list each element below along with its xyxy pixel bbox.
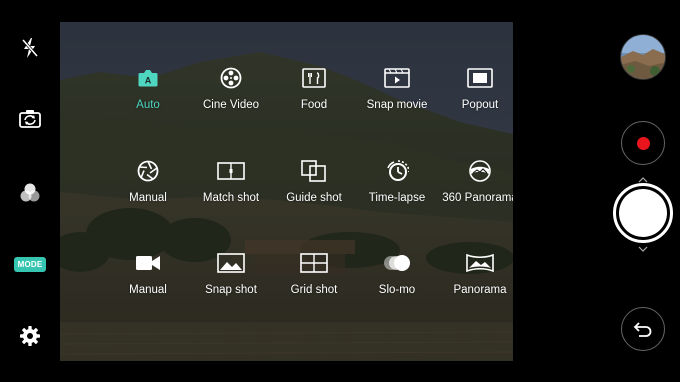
filter-circles-icon — [20, 183, 40, 202]
video-camera-icon — [133, 251, 163, 275]
back-button[interactable] — [621, 307, 665, 351]
aperture-icon — [133, 159, 163, 183]
switch-camera-icon — [19, 110, 41, 128]
flash-off-icon — [21, 38, 39, 58]
popout-icon — [465, 66, 495, 90]
settings-button[interactable] — [14, 320, 46, 352]
svg-text:A: A — [145, 76, 152, 86]
shutter-button[interactable] — [613, 183, 673, 243]
record-dot-icon — [636, 136, 650, 150]
back-arrow-icon — [633, 322, 652, 337]
mode-panorama[interactable]: Panorama — [430, 251, 513, 296]
match-shot-icon — [216, 159, 246, 183]
switch-camera-button[interactable] — [14, 103, 46, 135]
chevron-down-icon — [637, 245, 649, 253]
timelapse-icon — [382, 159, 412, 183]
gear-icon — [20, 326, 40, 346]
guide-shot-icon — [299, 159, 329, 183]
left-toolbar: MODE — [0, 0, 60, 382]
auto-camera-icon: A — [133, 66, 163, 90]
gallery-thumbnail[interactable] — [620, 34, 666, 80]
snap-shot-icon — [216, 251, 246, 275]
mode-panorama-label: Panorama — [453, 284, 507, 296]
mode-360-panorama[interactable]: 360 Panorama — [430, 159, 513, 204]
panorama-icon — [465, 251, 495, 275]
film-reel-icon — [216, 66, 246, 90]
color-filter-button[interactable] — [14, 177, 46, 209]
mode-badge: MODE — [13, 256, 47, 272]
mode-button[interactable]: MODE — [13, 248, 47, 280]
flash-off-button[interactable] — [14, 32, 46, 64]
panorama-360-icon — [465, 159, 495, 183]
slow-motion-icon — [382, 251, 412, 275]
food-icon — [299, 66, 329, 90]
mode-popout[interactable]: Popout — [430, 66, 513, 111]
camera-viewfinder[interactable]: A Auto Cine Video Food Snap movie Popout… — [60, 22, 513, 361]
shutter-inner-icon — [619, 189, 667, 237]
shooting-mode-grid: A Auto Cine Video Food Snap movie Popout… — [60, 22, 513, 361]
grid-shot-icon — [299, 251, 329, 275]
right-controls — [513, 0, 680, 382]
mode-popout-label: Popout — [461, 99, 499, 111]
record-video-button[interactable] — [621, 121, 665, 165]
mode-360-panorama-label: 360 Panorama — [442, 192, 513, 204]
snap-movie-icon — [382, 66, 412, 90]
